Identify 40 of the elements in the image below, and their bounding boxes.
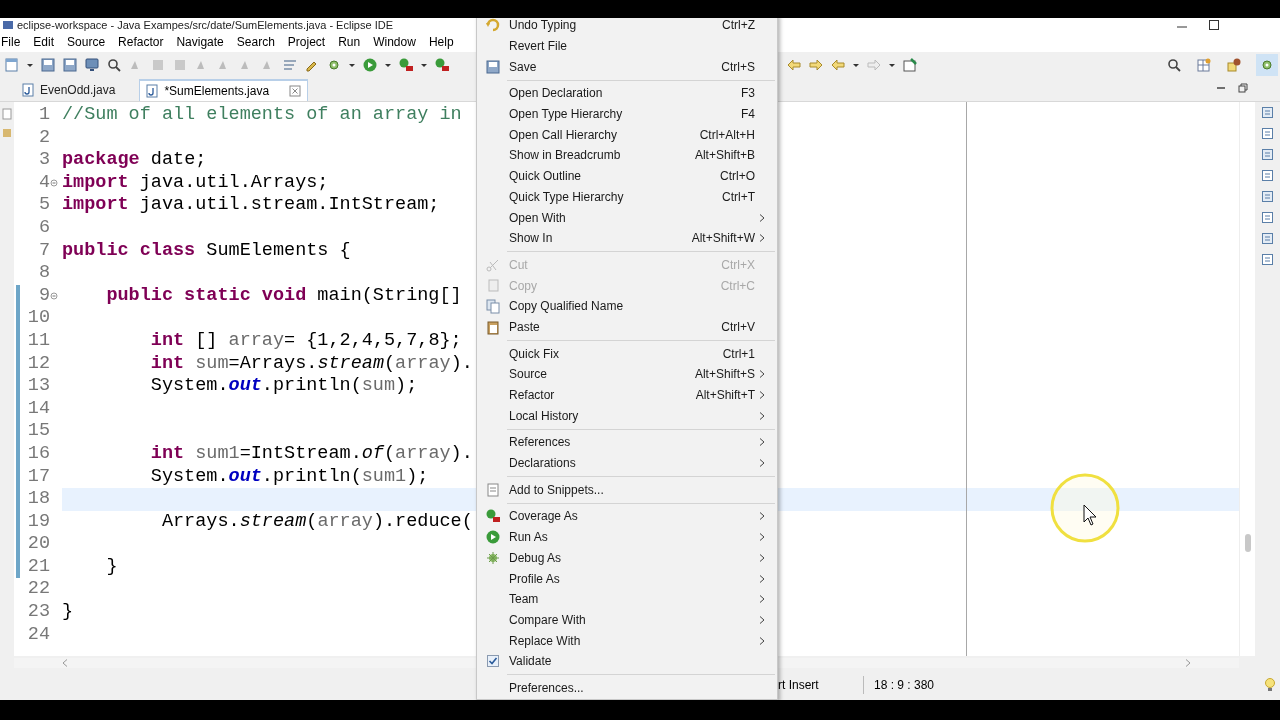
line-number: 4 xyxy=(37,171,50,195)
code-line: public class SumElements { xyxy=(62,239,351,263)
code-line: } xyxy=(62,601,74,624)
line-number: 10 xyxy=(26,307,50,330)
code-line: import java.util.stream.IntStream; xyxy=(62,194,440,217)
code-line: int sum=Arrays.stream(array). xyxy=(149,352,473,376)
line-number: 11 xyxy=(26,329,50,353)
line-number: 24 xyxy=(26,623,50,647)
line-number: 14 xyxy=(26,397,50,421)
line-number: 7 xyxy=(37,239,50,263)
line-number: 8 xyxy=(37,262,50,285)
line-number: 20 xyxy=(26,533,50,556)
code-line: Arrays.stream(array).reduce( xyxy=(160,510,473,534)
line-number: 16 xyxy=(26,442,50,466)
line-number: 9 xyxy=(37,284,50,308)
code-line: } xyxy=(105,555,118,579)
code-line: import java.util.Arrays; xyxy=(62,171,329,195)
line-number: 22 xyxy=(26,578,50,602)
line-number: 13 xyxy=(26,375,50,398)
line-number: 18 xyxy=(26,488,50,511)
line-number: 21 xyxy=(26,555,50,579)
code-line: System.out.println(sum1); xyxy=(149,465,429,489)
line-number: 3 xyxy=(37,149,50,172)
line-number: 17 xyxy=(26,465,50,489)
code-line: //Sum of all elements of an array in xyxy=(62,104,462,127)
code-line: int sum1=IntStream.of(array). xyxy=(149,442,473,466)
line-number: 12 xyxy=(26,352,50,376)
code-line: package date; xyxy=(62,149,207,172)
window-title: eclipse-workspace - Java Exampes/src/date/SumElements.java - Eclipse IDE xyxy=(17,19,393,31)
code-line: System.out.println(sum); xyxy=(149,375,418,398)
line-number: 1 xyxy=(37,104,50,127)
line-number: 15 xyxy=(26,420,50,443)
line-number: 23 xyxy=(26,601,50,624)
line-number: 5 xyxy=(37,194,50,217)
line-number: 2 xyxy=(37,126,50,150)
code-line: int [] array= {1,2,4,5,7,8}; xyxy=(149,329,462,353)
code-line: public static void main(String[] xyxy=(105,284,462,308)
line-number: 19 xyxy=(26,510,50,534)
cursor-position: 18 : 9 : 380 xyxy=(873,677,935,694)
line-number: 6 xyxy=(37,216,50,240)
